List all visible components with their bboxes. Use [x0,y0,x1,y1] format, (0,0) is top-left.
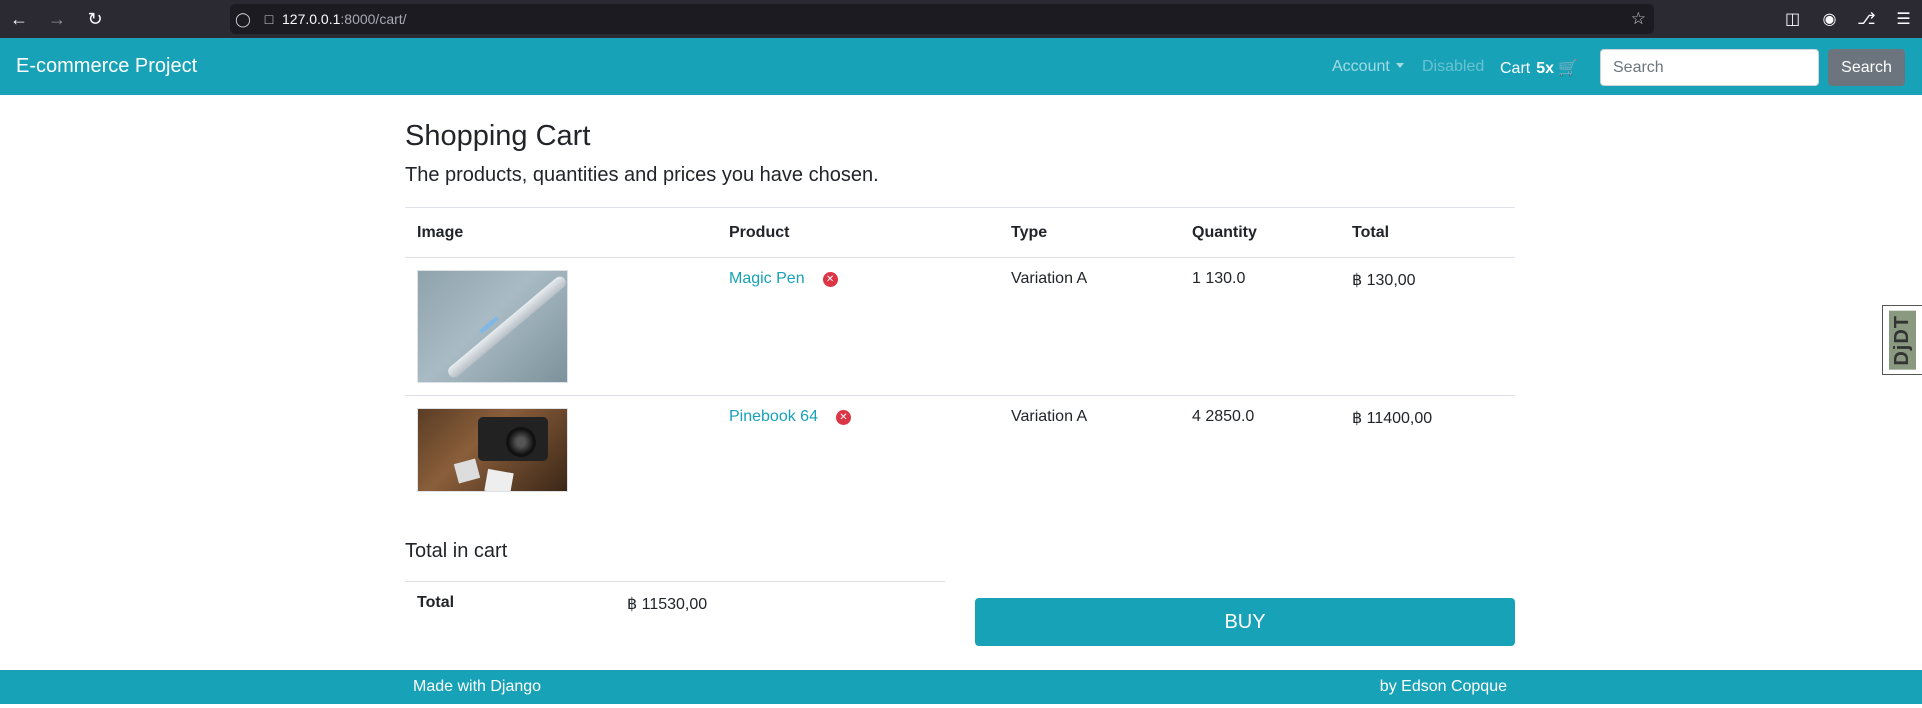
disabled-link: Disabled [1422,58,1485,75]
extensions-icon[interactable]: ⎇ [1848,0,1885,38]
camera-product-image[interactable] [417,408,568,492]
cart-count: 5x [1536,60,1555,77]
type-cell: Variation A [999,395,1180,504]
account-icon[interactable]: ◉ [1811,0,1848,38]
remove-item-icon[interactable]: ✕ [822,272,838,287]
pen-product-image[interactable] [417,270,568,383]
product-link[interactable]: Magic Pen [729,270,805,287]
url-path: :8000/cart/ [340,11,407,27]
total-table: Total ฿ 11530,00 [405,581,945,632]
star-icon[interactable]: ☆ [1631,4,1646,34]
url-host: 127.0.0.1 [282,11,341,27]
quantity-cell: 4 2850.0 [1180,395,1340,504]
footer-author: by Edson Copque [1379,678,1507,695]
cart-link[interactable]: Cart 5x 🛒 [1500,58,1578,78]
header-image: Image [405,207,717,258]
url-text: 127.0.0.1:8000/cart/ [282,11,407,27]
menu-icon[interactable]: ☰ [1885,0,1922,38]
quantity-cell: 1 130.0 [1192,270,1246,287]
page-icon: □ [264,11,274,27]
debug-toolbar-handle[interactable]: DjDT [1882,305,1922,375]
header-quantity: Quantity [1180,207,1340,258]
type-cell: Variation A [1011,270,1088,287]
brand-link[interactable]: E-commerce Project [16,55,197,78]
total-label: Total [405,581,615,632]
header-type: Type [999,207,1180,258]
address-bar[interactable]: ◯ □ 127.0.0.1:8000/cart/ ☆ [230,4,1654,34]
header-product: Product [717,207,999,258]
cart-table: Image Product Type Quantity Total Magic … [405,207,1515,504]
forward-icon[interactable]: → [38,0,76,38]
camera-lens [506,427,536,457]
table-row: Magic Pen ✕ Variation A 1 130.0 ฿ 130,00 [405,258,1515,396]
image-cell [405,258,717,396]
navbar: E-commerce Project Account Disabled Cart… [0,38,1922,95]
buy-button[interactable]: BUY [975,598,1515,646]
back-icon[interactable]: ← [0,0,38,38]
total-value: ฿ 11530,00 [615,581,945,632]
table-header-row: Image Product Type Quantity Total [405,207,1515,258]
page-lead: The products, quantities and prices you … [405,164,879,186]
photo-print [453,458,481,484]
shield-icon[interactable]: ◯ [230,4,256,34]
table-row: Pinebook 64 ✕ Variation A 4 2850.0 ฿ 1140… [405,395,1515,504]
browser-toolbar: ← → ↻ ◯ □ 127.0.0.1:8000/cart/ ☆ ◫ ◉ ⎇ ☰ [0,0,1922,38]
product-cell: Pinebook 64 ✕ [717,395,999,504]
account-dropdown[interactable]: Account [1332,58,1404,76]
debug-toolbar-label: DjDT [1889,310,1916,370]
pen-shape [445,274,567,380]
total-cell: ฿ 11400,00 [1340,395,1515,504]
product-link[interactable]: Pinebook 64 [729,408,818,425]
pocket-icon[interactable]: ◫ [1774,0,1811,38]
search-button[interactable]: Search [1828,49,1905,86]
search-input[interactable] [1600,49,1819,86]
account-label: Account [1332,58,1390,75]
header-total: Total [1340,207,1515,258]
footer-made-with: Made with Django [413,678,542,695]
cart-label: Cart [1500,60,1531,77]
page-title: Shopping Cart [405,120,591,152]
product-cell: Magic Pen ✕ [717,258,999,396]
footer: Made with Django by Edson Copque [0,670,1922,704]
caret-down-icon [1395,63,1404,68]
remove-item-icon[interactable]: ✕ [835,410,851,425]
cart-icon: 🛒 [1558,60,1578,77]
total-row: Total ฿ 11530,00 [405,581,945,632]
image-cell [405,395,717,504]
total-title: Total in cart [405,540,508,562]
reload-icon[interactable]: ↻ [76,0,114,38]
photo-print [484,468,514,491]
total-cell: ฿ 130,00 [1352,272,1416,289]
